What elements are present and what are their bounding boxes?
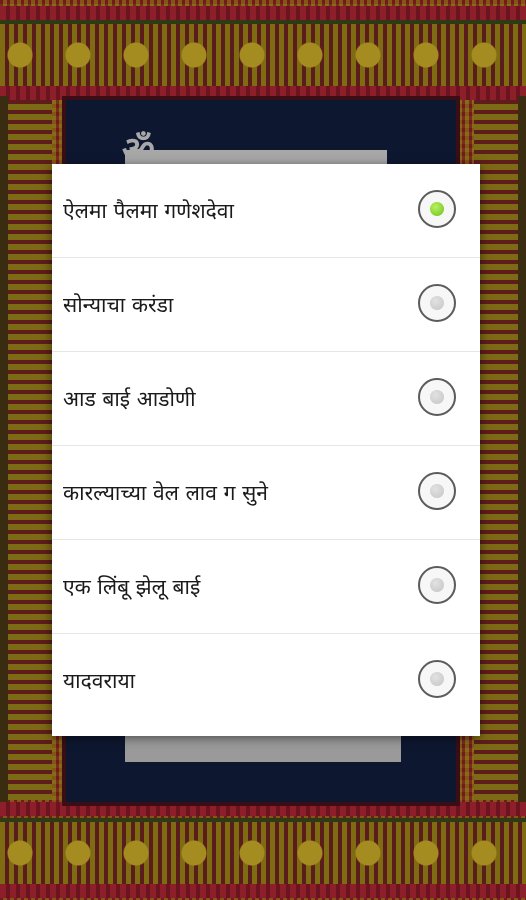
radio-unselected-icon[interactable] bbox=[418, 283, 456, 322]
frame-edge-right bbox=[518, 96, 526, 806]
frame-column-right bbox=[474, 100, 518, 800]
frame-strip bbox=[0, 884, 526, 898]
option-label: यादवराया bbox=[63, 669, 136, 693]
radio-dot bbox=[430, 483, 444, 498]
radio-dot bbox=[430, 201, 444, 216]
radio-dot bbox=[430, 389, 444, 404]
frame-band-top bbox=[0, 20, 526, 90]
radio-selected-icon[interactable] bbox=[418, 189, 456, 228]
option-row[interactable]: एक लिंबू झेलू बाई bbox=[52, 540, 480, 634]
option-row[interactable]: यादवराया bbox=[52, 634, 480, 728]
option-label: कारल्याच्या वेल लाव ग सुने bbox=[63, 480, 268, 505]
radio-unselected-icon[interactable] bbox=[418, 660, 456, 698]
option-label: आड बाई आडोणी bbox=[63, 386, 196, 411]
radio-dot bbox=[430, 577, 444, 592]
frame-band-bottom bbox=[0, 818, 526, 888]
radio-unselected-icon[interactable] bbox=[418, 377, 456, 416]
option-row[interactable]: ऐलमा पैलमा गणेशदेवा bbox=[52, 164, 480, 258]
background-button bbox=[125, 732, 401, 762]
song-choice-dialog: ऐलमा पैलमा गणेशदेवा सोन्याचा करंडा आड बा… bbox=[52, 164, 480, 736]
radio-dot bbox=[430, 672, 444, 686]
frame-edge-left bbox=[0, 96, 8, 806]
radio-dot bbox=[430, 295, 444, 310]
frame-strip bbox=[0, 6, 526, 20]
radio-unselected-icon[interactable] bbox=[418, 565, 456, 604]
option-label: सोन्याचा करंडा bbox=[63, 292, 174, 317]
option-label: एक लिंबू झेलू बाई bbox=[63, 574, 201, 599]
radio-unselected-icon[interactable] bbox=[418, 471, 456, 510]
option-row[interactable]: कारल्याच्या वेल लाव ग सुने bbox=[52, 446, 480, 540]
option-row[interactable]: सोन्याचा करंडा bbox=[52, 258, 480, 352]
option-label: ऐलमा पैलमा गणेशदेवा bbox=[63, 198, 234, 223]
option-row[interactable]: आड बाई आडोणी bbox=[52, 352, 480, 446]
frame-column-left bbox=[8, 100, 52, 800]
